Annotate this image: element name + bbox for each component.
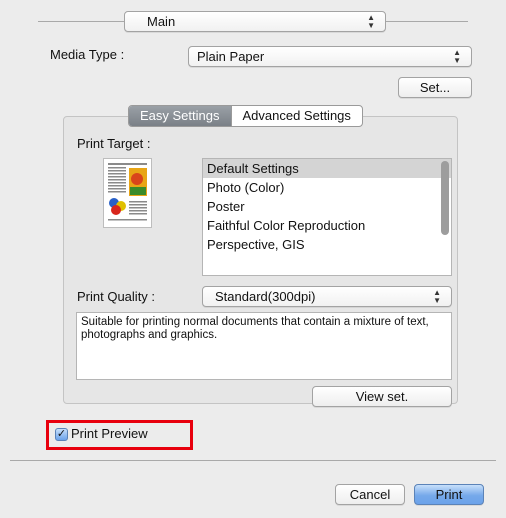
list-item[interactable]: Default Settings xyxy=(203,159,451,178)
media-type-popup[interactable]: Plain Paper ▲ ▼ xyxy=(188,46,472,67)
media-type-label: Media Type : xyxy=(50,47,125,62)
top-separator-right xyxy=(386,21,468,22)
cancel-button[interactable]: Cancel xyxy=(335,484,405,505)
popup-arrows-icon: ▲ ▼ xyxy=(367,13,375,30)
print-button[interactable]: Print xyxy=(414,484,484,505)
description-box: Suitable for printing normal documents t… xyxy=(76,312,452,380)
media-type-value: Plain Paper xyxy=(197,49,265,64)
settings-tabs: Easy Settings Advanced Settings xyxy=(128,105,363,127)
print-preview-label[interactable]: Print Preview xyxy=(71,426,148,441)
main-panel-popup-value: Main xyxy=(147,14,176,29)
bottom-separator xyxy=(10,460,496,461)
set-button[interactable]: Set... xyxy=(398,77,472,98)
tab-advanced-settings[interactable]: Advanced Settings xyxy=(230,106,362,126)
popup-arrows-icon: ▲ ▼ xyxy=(453,48,461,65)
tab-easy-settings[interactable]: Easy Settings xyxy=(129,106,231,126)
top-separator-left xyxy=(38,21,124,22)
print-target-label: Print Target : xyxy=(77,136,151,151)
popup-arrows-icon: ▲ ▼ xyxy=(433,288,441,305)
description-text: Suitable for printing normal documents t… xyxy=(81,316,429,341)
print-quality-value: Standard(300dpi) xyxy=(215,289,316,304)
print-target-list[interactable]: Default Settings Photo (Color) Poster Fa… xyxy=(202,158,452,276)
print-quality-popup[interactable]: Standard(300dpi) ▲ ▼ xyxy=(202,286,452,307)
print-quality-label: Print Quality : xyxy=(77,289,156,304)
print-preview-checkbox[interactable]: ✓ xyxy=(55,428,68,441)
list-item[interactable]: Faithful Color Reproduction xyxy=(203,216,451,235)
main-panel-popup[interactable]: Main ▲ ▼ xyxy=(124,11,386,32)
list-item[interactable]: Poster xyxy=(203,197,451,216)
document-preview-icon xyxy=(103,158,152,228)
list-scrollbar[interactable] xyxy=(441,161,449,235)
view-set-button[interactable]: View set. xyxy=(312,386,452,407)
list-item[interactable]: Photo (Color) xyxy=(203,178,451,197)
list-item[interactable]: Perspective, GIS xyxy=(203,235,451,254)
